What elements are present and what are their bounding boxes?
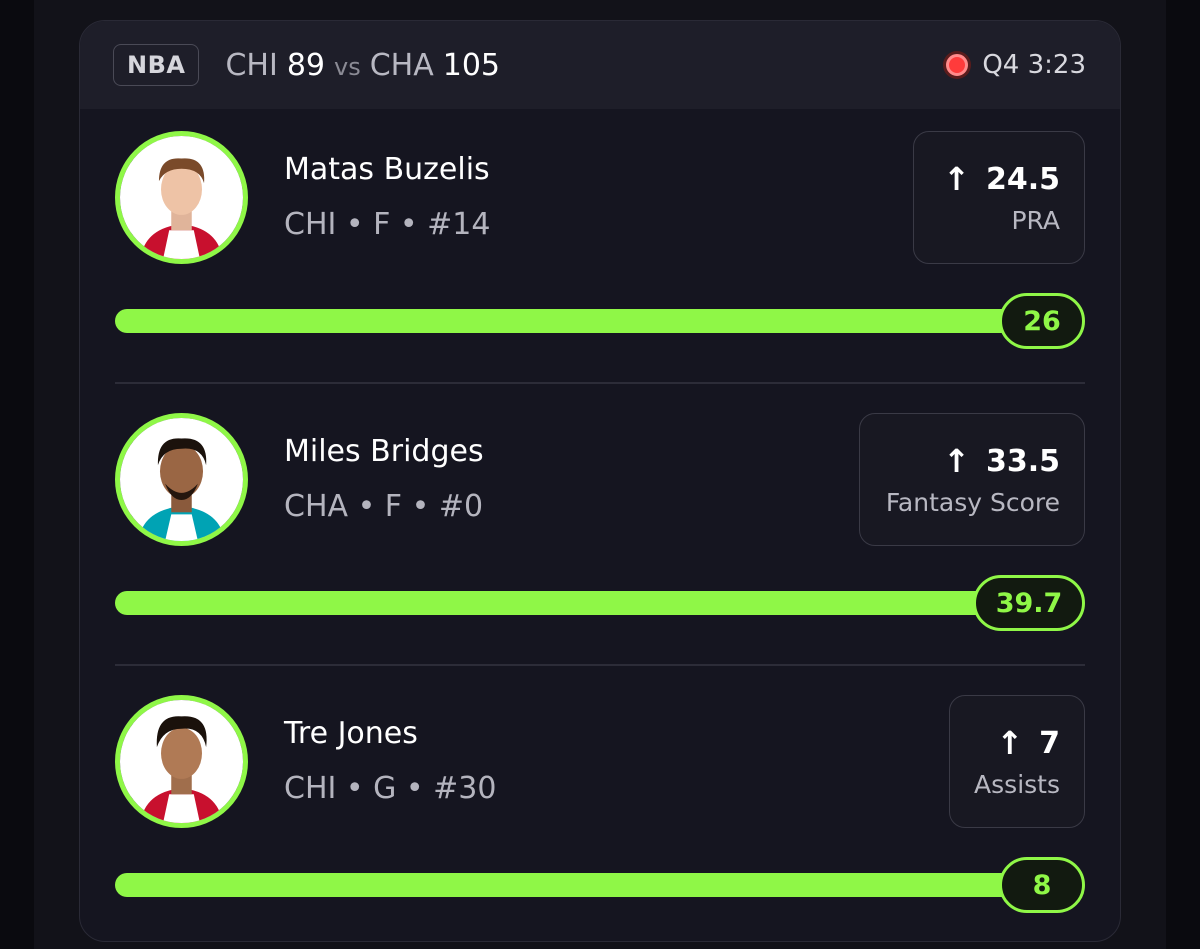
progress-track: 26 (115, 293, 1085, 349)
home-team: CHA (369, 47, 434, 83)
row-divider (115, 664, 1085, 666)
player-headshot-icon (120, 418, 243, 541)
prop-stat-label: Assists (974, 770, 1060, 799)
progress-track: 39.7 (115, 575, 1085, 631)
versus-label: vs (334, 52, 361, 81)
page-gutter-left (0, 0, 34, 949)
progress-bar-fill (115, 309, 1035, 333)
prop-stat-label: Fantasy Score (885, 488, 1060, 517)
home-score: 105 (442, 47, 501, 83)
progress-bar-fill (115, 873, 1035, 897)
prop-line-box[interactable]: ↑ 24.5 PRA (913, 131, 1085, 264)
scoreline: CHI 89 vs CHA 105 (225, 48, 500, 83)
arrow-up-icon: ↑ (943, 160, 970, 198)
game-card[interactable]: NBA CHI 89 vs CHA 105 Q4 3:23 Matas Buze… (79, 20, 1121, 942)
prop-line-value: 24.5 (985, 161, 1060, 197)
player-avatar (115, 413, 248, 546)
prop-line-box[interactable]: ↑ 7 Assists (949, 695, 1085, 828)
prop-line-value: 33.5 (985, 443, 1060, 479)
player-meta: CHA • F • #0 (284, 489, 484, 524)
progress-bar-fill (115, 591, 1005, 615)
away-score: 89 (286, 47, 325, 83)
player-row[interactable]: Matas Buzelis CHI • F • #14 ↑ 24.5 PRA 2… (80, 109, 1120, 391)
actual-value-pill: 8 (999, 857, 1085, 913)
player-name: Tre Jones (284, 716, 418, 751)
player-row[interactable]: Tre Jones CHI • G • #30 ↑ 7 Assists 8 (80, 673, 1120, 941)
actual-value-pill: 26 (999, 293, 1085, 349)
player-headshot-icon (120, 136, 243, 259)
game-status: Q4 3:23 (982, 50, 1086, 80)
game-clock: Q4 3:23 (946, 50, 1086, 80)
live-dot-icon (946, 54, 969, 76)
arrow-up-icon: ↑ (996, 724, 1024, 762)
arrow-up-icon: ↑ (943, 442, 970, 480)
league-badge: NBA (113, 44, 200, 86)
progress-track: 8 (115, 857, 1085, 913)
player-avatar (115, 131, 248, 264)
player-meta: CHI • F • #14 (284, 207, 491, 242)
actual-value-pill: 39.7 (973, 575, 1085, 631)
player-avatar (115, 695, 248, 828)
player-meta: CHI • G • #30 (284, 771, 497, 806)
game-header: NBA CHI 89 vs CHA 105 Q4 3:23 (80, 21, 1120, 109)
page-gutter-right (1166, 0, 1200, 949)
row-divider (115, 382, 1085, 384)
player-headshot-icon (120, 700, 243, 823)
player-row[interactable]: Miles Bridges CHA • F • #0 ↑ 33.5 Fantas… (80, 391, 1120, 673)
player-name: Miles Bridges (284, 434, 484, 469)
prop-stat-label: PRA (1011, 206, 1060, 235)
away-team: CHI (225, 47, 278, 83)
prop-line-box[interactable]: ↑ 33.5 Fantasy Score (859, 413, 1085, 546)
player-name: Matas Buzelis (284, 152, 490, 187)
prop-line-value: 7 (1039, 725, 1060, 761)
